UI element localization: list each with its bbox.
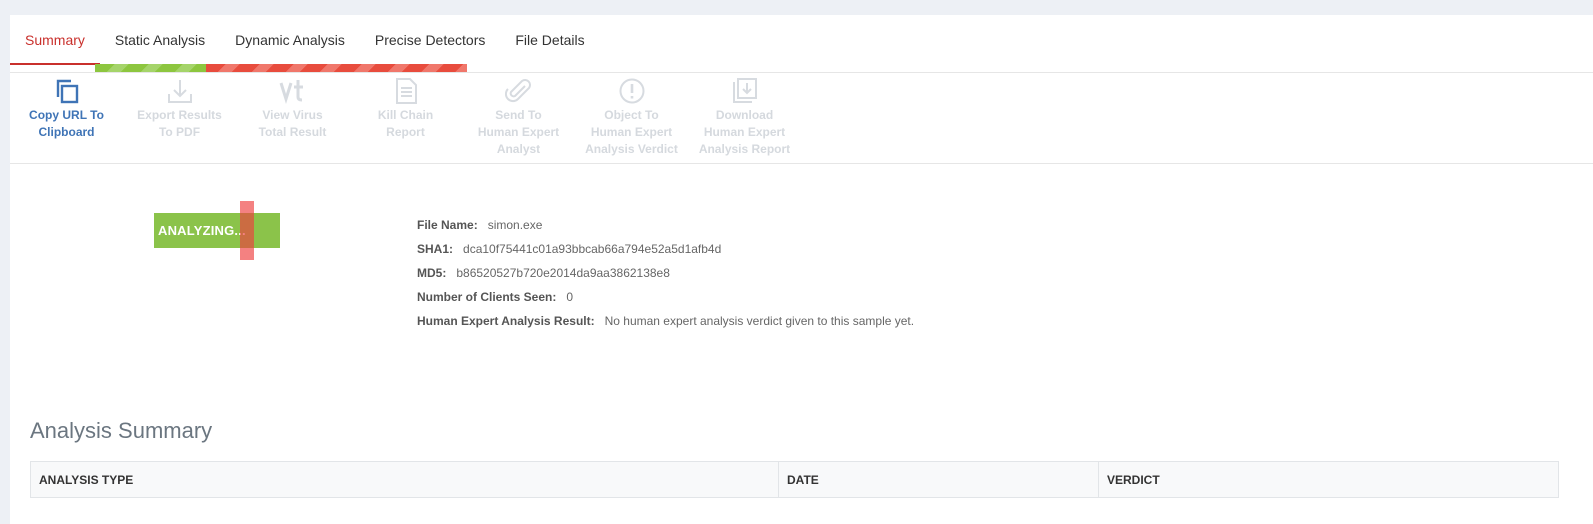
tabs-divider xyxy=(10,72,1593,73)
file-info: File Name: simon.exe SHA1: dca10f75441c0… xyxy=(417,213,914,333)
tab-file-details[interactable]: File Details xyxy=(500,15,599,65)
copy-icon xyxy=(53,75,81,107)
clients-label: Number of Clients Seen: xyxy=(417,290,557,304)
analysis-summary-title: Analysis Summary xyxy=(30,418,213,443)
vt-icon xyxy=(279,75,307,107)
copy-url-label: Copy URL To Clipboard xyxy=(29,108,104,139)
object-to-verdict-button[interactable]: Object To Human Expert Analysis Verdict xyxy=(575,75,688,163)
virus-total-label: View Virus Total Result xyxy=(258,108,327,139)
column-date[interactable]: DATE xyxy=(779,462,1099,497)
report-download-icon xyxy=(731,75,759,107)
scan-line xyxy=(240,201,254,260)
human-expert-value: No human expert analysis verdict given t… xyxy=(604,314,915,328)
download-icon xyxy=(166,75,194,107)
send-to-expert-label: Send To Human Expert Analyst xyxy=(477,108,560,156)
exclamation-icon xyxy=(618,75,646,107)
copy-url-button[interactable]: Copy URL To Clipboard xyxy=(10,75,123,163)
clients-row: Number of Clients Seen: 0 xyxy=(417,285,914,309)
dynamic-analysis-status-bar xyxy=(206,64,467,72)
tab-precise-detectors[interactable]: Precise Detectors xyxy=(360,15,500,65)
object-to-verdict-label: Object To Human Expert Analysis Verdict xyxy=(585,108,678,156)
virus-total-button[interactable]: View Virus Total Result xyxy=(236,75,349,163)
file-name-label: File Name: xyxy=(417,218,478,232)
kill-chain-report-button[interactable]: Kill Chain Report xyxy=(349,75,462,163)
tab-static-analysis[interactable]: Static Analysis xyxy=(100,15,220,65)
md5-value: b86520527b720e2014da9aa3862138e8 xyxy=(456,266,670,280)
file-name-row: File Name: simon.exe xyxy=(417,213,914,237)
tab-summary[interactable]: Summary xyxy=(10,15,100,65)
analysis-summary-table-header: ANALYSIS TYPE DATE VERDICT xyxy=(30,461,1559,498)
document-icon xyxy=(392,75,420,107)
export-pdf-label: Export Results To PDF xyxy=(137,108,222,139)
analyzing-badge: ANALYZING... xyxy=(154,213,280,248)
download-expert-report-button[interactable]: Download Human Expert Analysis Report xyxy=(688,75,801,163)
static-analysis-status-bar xyxy=(95,64,206,72)
human-expert-row: Human Expert Analysis Result: No human e… xyxy=(417,309,914,333)
md5-label: MD5: xyxy=(417,266,447,280)
export-pdf-button[interactable]: Export Results To PDF xyxy=(123,75,236,163)
sha1-row: SHA1: dca10f75441c01a93bbcab66a794e52a5d… xyxy=(417,237,914,261)
sha1-label: SHA1: xyxy=(417,242,454,256)
md5-row: MD5: b86520527b720e2014da9aa3862138e8 xyxy=(417,261,914,285)
column-analysis-type[interactable]: ANALYSIS TYPE xyxy=(31,462,779,497)
analysis-status-indicator: ANALYZING... xyxy=(154,201,281,261)
sha1-value: dca10f75441c01a93bbcab66a794e52a5d1afb4d xyxy=(463,242,722,256)
action-toolbar: Copy URL To Clipboard Export Results To PD… xyxy=(10,75,801,163)
send-to-expert-button[interactable]: Send To Human Expert Analyst xyxy=(462,75,575,163)
column-verdict[interactable]: VERDICT xyxy=(1099,462,1558,497)
file-name-value: simon.exe xyxy=(487,218,543,232)
human-expert-label: Human Expert Analysis Result: xyxy=(417,314,595,328)
paperclip-icon xyxy=(504,75,533,107)
tab-dynamic-analysis[interactable]: Dynamic Analysis xyxy=(220,15,360,65)
toolbar-divider xyxy=(10,163,1593,164)
main-panel: Summary Static Analysis Dynamic Analysis… xyxy=(10,15,1593,524)
download-expert-report-label: Download Human Expert Analysis Report xyxy=(698,108,791,156)
kill-chain-label: Kill Chain Report xyxy=(377,108,434,139)
clients-value: 0 xyxy=(566,290,574,304)
